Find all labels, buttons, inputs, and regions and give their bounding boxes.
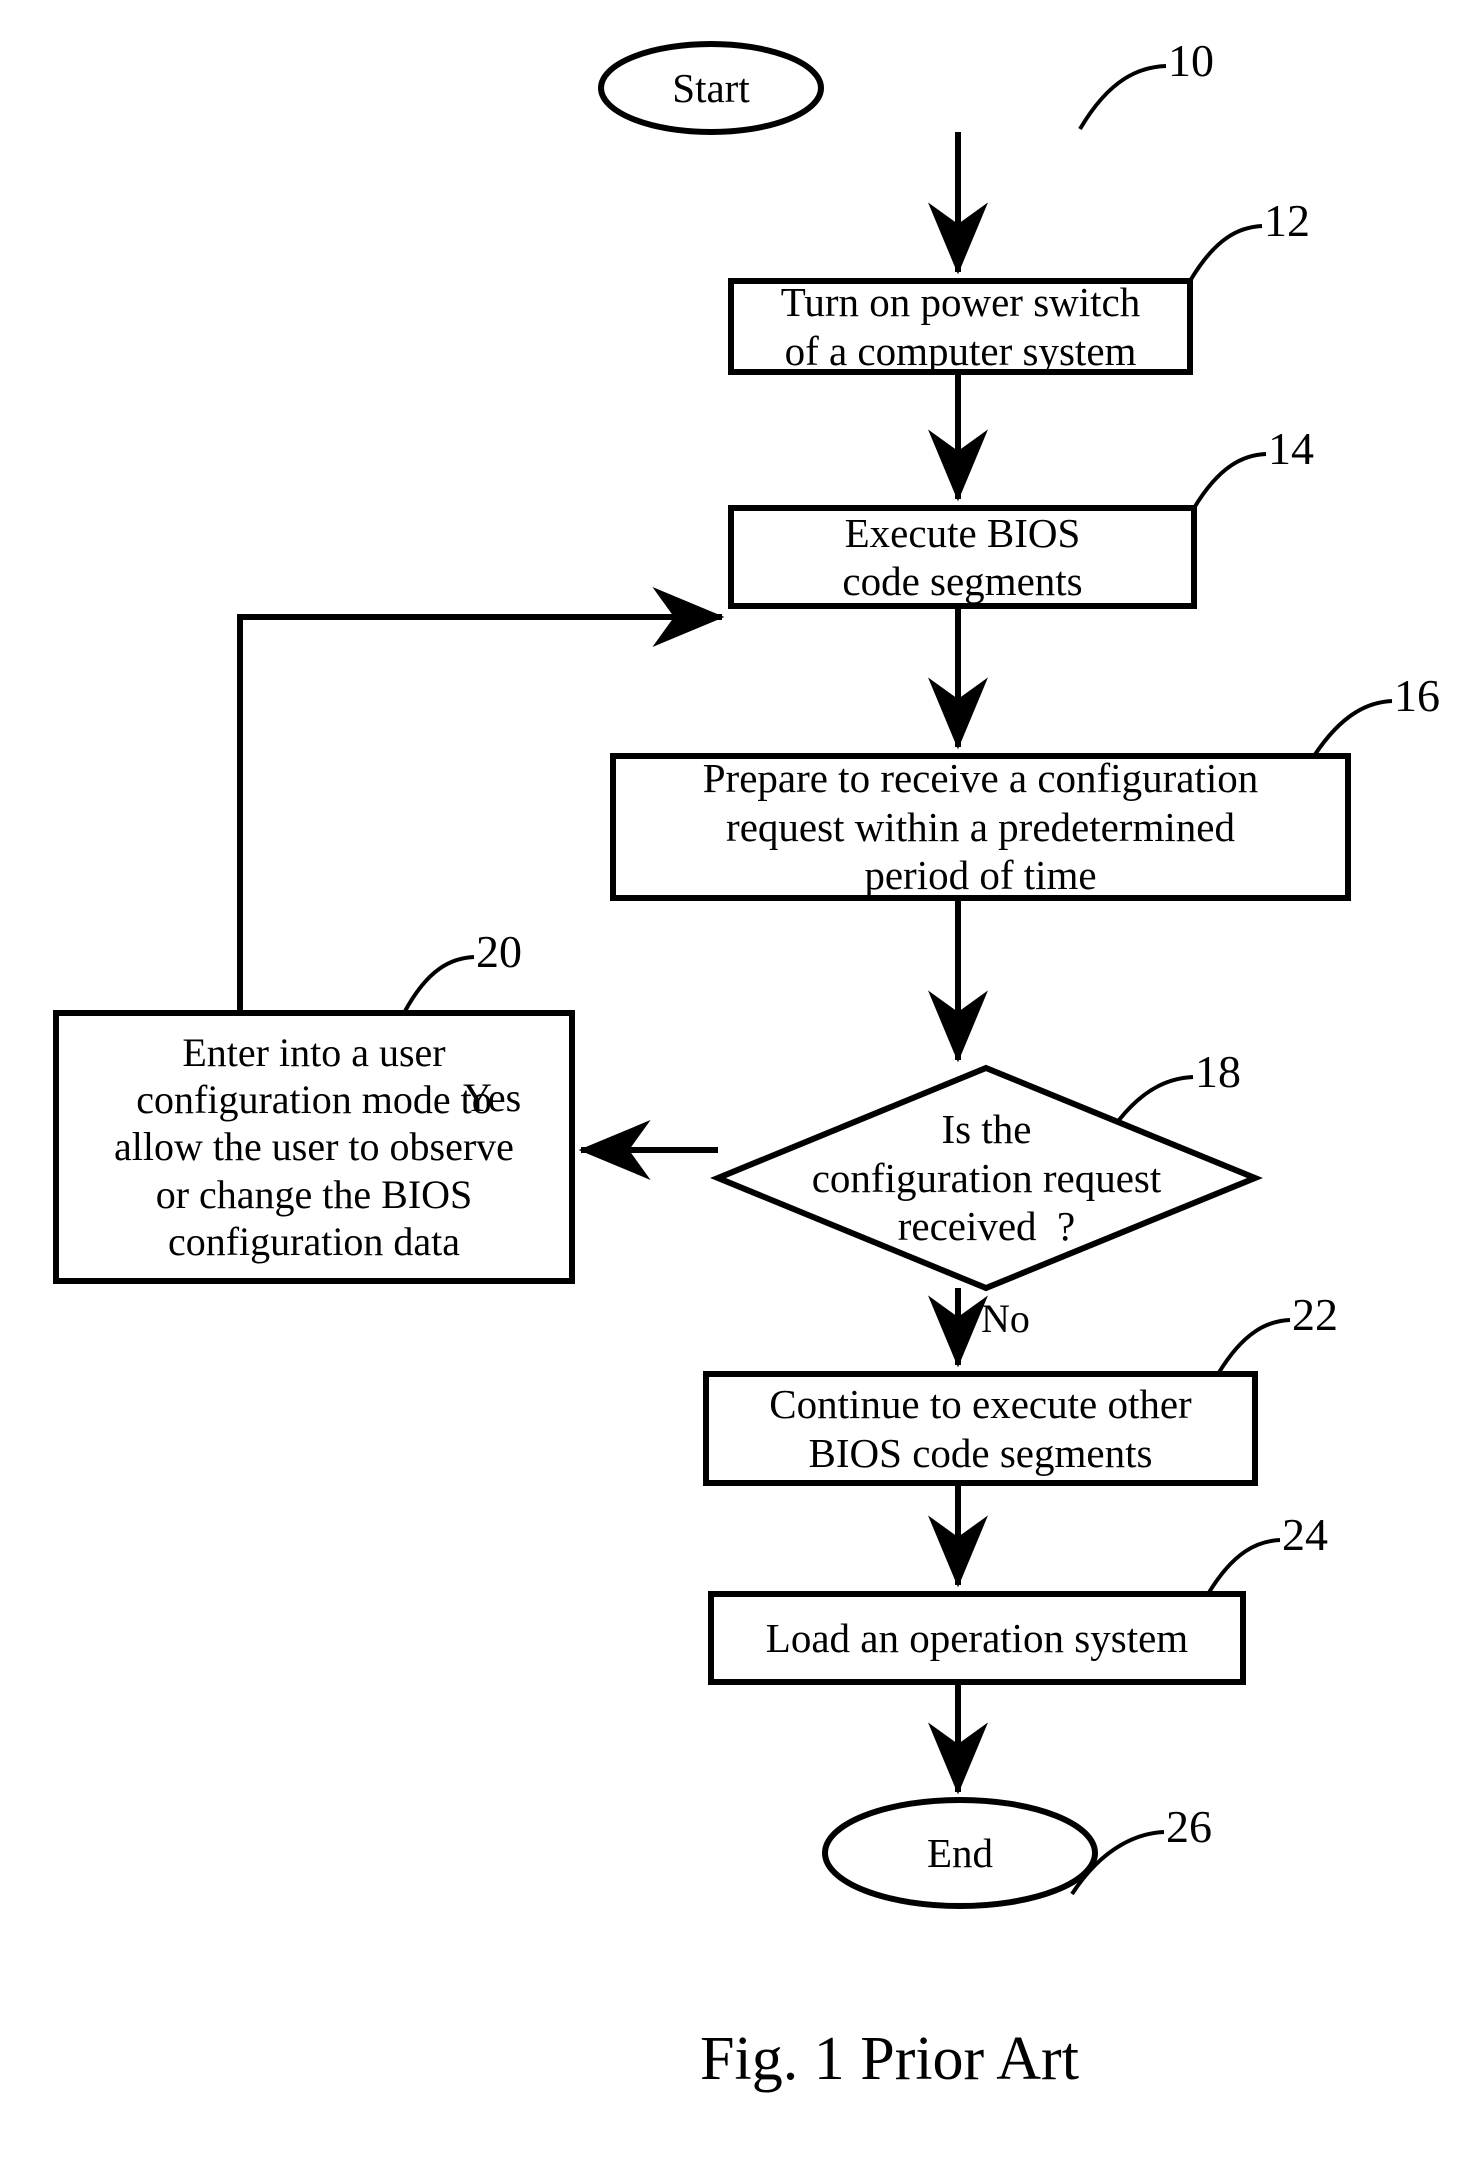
figure-caption: Fig. 1 Prior Art	[700, 2025, 1079, 2093]
reference-numeral-26: 26	[1166, 1801, 1212, 1852]
power-switch-node-shape	[728, 278, 1193, 375]
flowchart-canvas	[53, 41, 1393, 1909]
end-node-shape	[822, 1797, 1098, 1909]
leader-line-16	[1312, 699, 1393, 758]
continue-bios-node-shape	[703, 1371, 1258, 1486]
leader-line-12	[1188, 224, 1263, 283]
leader-line-20	[402, 955, 475, 1014]
leader-line-26	[1070, 1830, 1165, 1896]
prepare-receive-node-shape	[610, 753, 1351, 901]
reference-numeral-20: 20	[476, 926, 522, 977]
leader-line-24	[1206, 1538, 1281, 1596]
start-node-shape	[598, 41, 824, 135]
load-os-node-shape	[708, 1591, 1246, 1685]
leader-line-22	[1216, 1318, 1291, 1376]
reference-numeral-18: 18	[1195, 1046, 1241, 1097]
reference-numeral-16: 16	[1394, 670, 1440, 721]
reference-numeral-14: 14	[1268, 423, 1314, 474]
leader-line-18	[1117, 1075, 1194, 1122]
reference-numeral-10: 10	[1168, 35, 1214, 86]
leader-line-10	[1078, 64, 1167, 131]
reference-numeral-24: 24	[1282, 1509, 1328, 1560]
reference-numeral-12: 12	[1264, 195, 1310, 246]
edge-label-no: No	[981, 1296, 1030, 1341]
decision-node-shape	[710, 1064, 1263, 1292]
user-config-node-shape	[53, 1010, 575, 1284]
execute-bios-node-shape	[728, 505, 1197, 609]
reference-numeral-22: 22	[1292, 1289, 1338, 1340]
leader-line-14	[1192, 452, 1267, 510]
edge-label-yes: Yes	[463, 1075, 522, 1120]
prior-art-flowchart-figure: Start Turn on power switch of a computer…	[0, 0, 1475, 2160]
